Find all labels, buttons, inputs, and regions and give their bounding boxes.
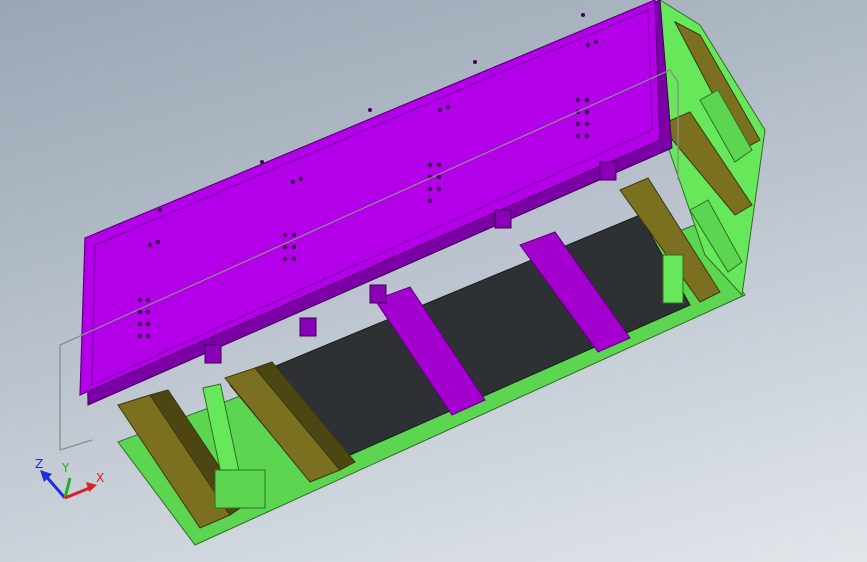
triad-z-axis bbox=[43, 474, 67, 499]
right-actuator[interactable] bbox=[662, 254, 684, 304]
cad-model-view[interactable]: Z Y X bbox=[0, 0, 867, 562]
triad-x-label: X bbox=[96, 471, 104, 485]
actuator-base bbox=[214, 469, 266, 509]
triad-z-label: Z bbox=[35, 457, 43, 471]
graphics-viewport[interactable]: Z Y X bbox=[0, 0, 867, 562]
triad-y-label: Y bbox=[61, 461, 70, 475]
triad-x-axis bbox=[64, 485, 93, 500]
right-actuator-body bbox=[662, 254, 684, 304]
coordinate-triad[interactable]: Z Y X bbox=[35, 457, 104, 500]
